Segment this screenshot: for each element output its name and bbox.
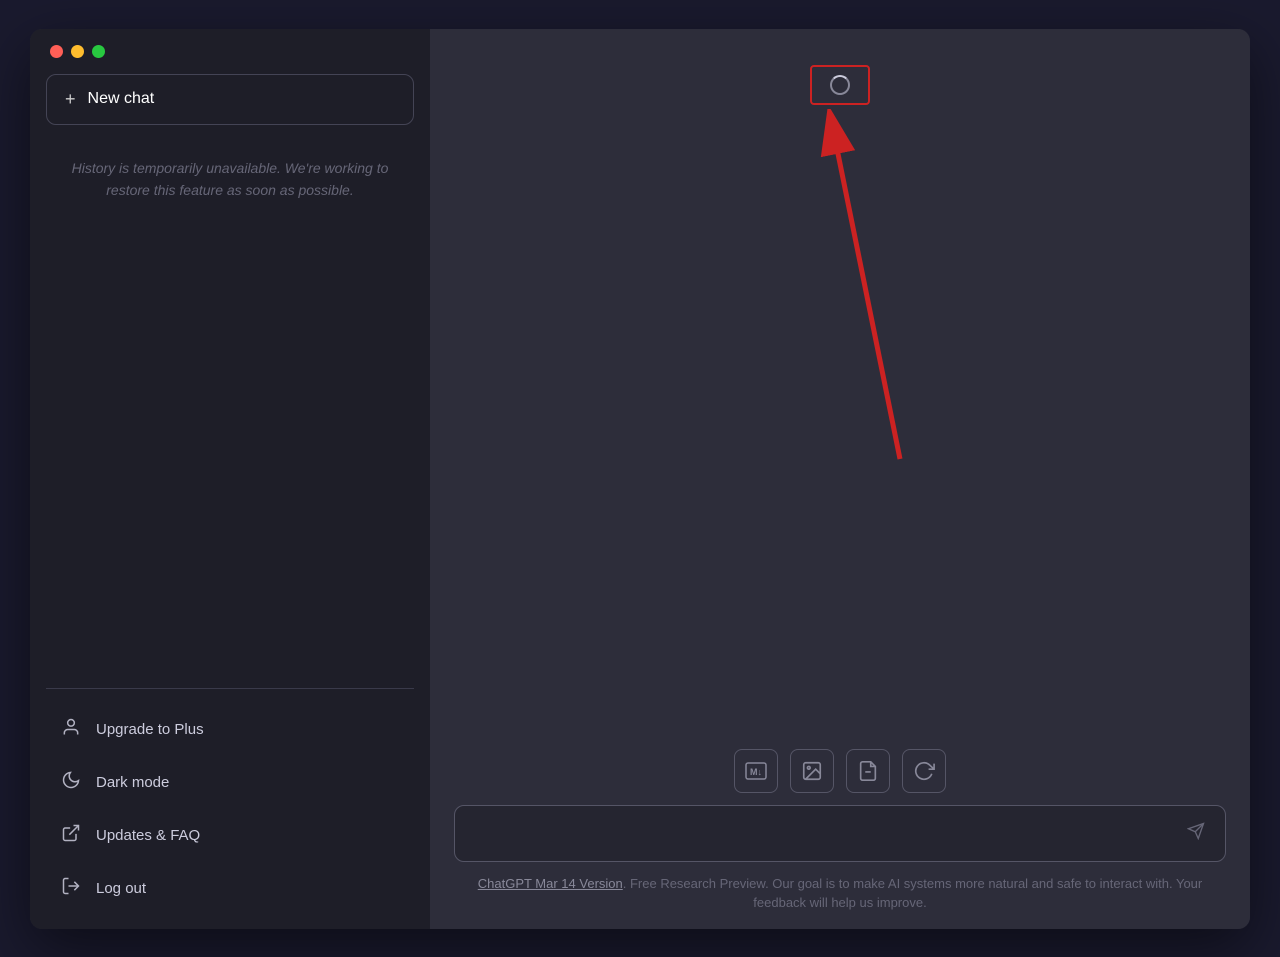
plus-icon: + [65, 89, 76, 110]
updates-label: Updates & FAQ [96, 827, 200, 844]
sidebar-bottom: Upgrade to Plus Dark mode [46, 705, 414, 913]
sidebar-item-darkmode[interactable]: Dark mode [46, 758, 414, 807]
chat-input[interactable] [471, 821, 1183, 845]
pdf-button[interactable] [846, 749, 890, 793]
person-icon [60, 717, 82, 742]
moon-icon [60, 770, 82, 795]
sidebar: + New chat History is temporarily unavai… [30, 29, 430, 929]
image-button[interactable] [790, 749, 834, 793]
new-chat-label: New chat [88, 90, 155, 108]
toolbar: M↓ [454, 749, 1226, 793]
send-button[interactable] [1183, 818, 1209, 849]
sidebar-divider [46, 688, 414, 689]
sidebar-item-upgrade[interactable]: Upgrade to Plus [46, 705, 414, 754]
markdown-button[interactable]: M↓ [734, 749, 778, 793]
traffic-lights [46, 45, 414, 58]
bottom-area: M↓ [430, 737, 1250, 929]
upgrade-label: Upgrade to Plus [96, 721, 204, 738]
close-button[interactable] [50, 45, 63, 58]
loading-box [810, 65, 870, 105]
external-link-icon [60, 823, 82, 848]
logout-label: Log out [96, 880, 146, 897]
input-area [454, 805, 1226, 862]
minimize-button[interactable] [71, 45, 84, 58]
version-link[interactable]: ChatGPT Mar 14 Version [478, 876, 623, 891]
darkmode-label: Dark mode [96, 774, 169, 791]
footer-text: ChatGPT Mar 14 Version. Free Research Pr… [454, 874, 1226, 921]
history-message: History is temporarily unavailable. We'r… [46, 149, 414, 427]
sidebar-item-updates[interactable]: Updates & FAQ [46, 811, 414, 860]
main-content: M↓ [430, 29, 1250, 929]
maximize-button[interactable] [92, 45, 105, 58]
new-chat-button[interactable]: + New chat [46, 74, 414, 125]
loading-spinner [830, 75, 850, 95]
sidebar-item-logout[interactable]: Log out [46, 864, 414, 913]
loading-area [810, 65, 870, 105]
refresh-button[interactable] [902, 749, 946, 793]
app-window: + New chat History is temporarily unavai… [30, 29, 1250, 929]
svg-text:M↓: M↓ [750, 767, 762, 777]
chat-area [430, 29, 1250, 737]
logout-icon [60, 876, 82, 901]
